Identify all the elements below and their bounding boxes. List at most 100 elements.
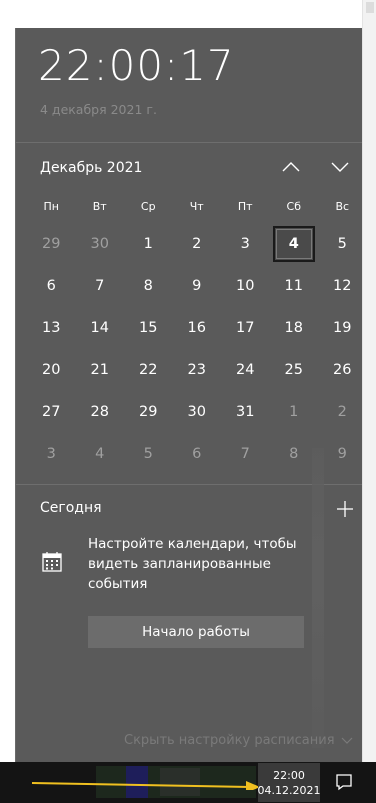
day-label: 15 xyxy=(139,320,158,336)
calendar-day[interactable]: 24 xyxy=(221,349,270,391)
day-label: 11 xyxy=(284,278,303,294)
calendar-day[interactable]: 1 xyxy=(270,391,319,433)
weekday-label: Сб xyxy=(286,200,301,213)
day-label: 19 xyxy=(333,320,352,336)
day-label: 7 xyxy=(240,446,250,462)
tray-date: 04.12.2021 xyxy=(257,783,321,797)
day-label: 14 xyxy=(90,320,109,336)
day-label: 3 xyxy=(240,236,250,252)
next-month-button[interactable] xyxy=(325,154,355,180)
calendar-day[interactable]: 29 xyxy=(27,223,76,265)
tray-clock-button[interactable]: 22:00 04.12.2021 xyxy=(257,763,321,802)
agenda-title: Сегодня xyxy=(40,500,102,516)
add-event-button[interactable] xyxy=(334,498,356,520)
clock-date-link[interactable]: 4 декабря 2021 г. xyxy=(40,102,157,117)
background-blur xyxy=(312,448,324,748)
clock-time: 22:00:17 xyxy=(38,41,235,90)
day-label: 31 xyxy=(236,404,255,420)
day-label: 7 xyxy=(95,278,105,294)
day-label: 26 xyxy=(333,362,352,378)
calendar-setup-message: Настройте календари, чтобы видеть заплан… xyxy=(88,536,297,592)
divider xyxy=(16,142,362,143)
calendar-day[interactable]: 7 xyxy=(76,265,125,307)
calendar-day[interactable]: 30 xyxy=(76,223,125,265)
calendar-day[interactable]: 9 xyxy=(318,433,367,475)
hide-agenda-link[interactable]: Скрыть настройку расписания xyxy=(124,733,353,748)
calendar-day[interactable]: 14 xyxy=(76,307,125,349)
day-label: 9 xyxy=(337,446,347,462)
month-title[interactable]: Декабрь 2021 xyxy=(40,160,142,176)
calendar-day[interactable]: 9 xyxy=(173,265,222,307)
calendar-day-today[interactable]: 4 xyxy=(270,223,319,265)
calendar-day[interactable]: 28 xyxy=(76,391,125,433)
calendar-day[interactable]: 8 xyxy=(124,265,173,307)
arrow-icon xyxy=(31,781,260,790)
weekday-label: Ср xyxy=(140,200,156,213)
day-label: 1 xyxy=(289,404,299,420)
calendar-day[interactable]: 21 xyxy=(76,349,125,391)
calendar-day[interactable]: 7 xyxy=(221,433,270,475)
calendar-day[interactable]: 6 xyxy=(173,433,222,475)
calendar-day[interactable]: 19 xyxy=(318,307,367,349)
weekday-label: Чт xyxy=(189,200,204,213)
tray-time: 22:00 xyxy=(273,768,305,782)
day-label: 27 xyxy=(42,404,61,420)
day-label: 6 xyxy=(46,278,56,294)
weekday-label: Вс xyxy=(335,200,350,213)
calendar-day[interactable]: 17 xyxy=(221,307,270,349)
calendar-day[interactable]: 5 xyxy=(124,433,173,475)
calendar-day[interactable]: 16 xyxy=(173,307,222,349)
calendar-day[interactable]: 12 xyxy=(318,265,367,307)
calendar-day[interactable]: 29 xyxy=(124,391,173,433)
calendar-day[interactable]: 5 xyxy=(318,223,367,265)
calendar-day[interactable]: 18 xyxy=(270,307,319,349)
day-label: 6 xyxy=(192,446,202,462)
taskbar: 22:00 04.12.2021 xyxy=(0,762,376,803)
calendar-day[interactable]: 23 xyxy=(173,349,222,391)
calendar-day[interactable]: 20 xyxy=(27,349,76,391)
calendar-day[interactable]: 6 xyxy=(27,265,76,307)
calendar-day[interactable]: 8 xyxy=(270,433,319,475)
action-center-button[interactable] xyxy=(330,767,358,797)
scrollbar-thumb[interactable] xyxy=(366,2,374,13)
calendar-day[interactable]: 3 xyxy=(27,433,76,475)
calendar-day[interactable]: 13 xyxy=(27,307,76,349)
calendar-day[interactable]: 30 xyxy=(173,391,222,433)
day-label: 16 xyxy=(187,320,206,336)
calendar-day[interactable]: 2 xyxy=(173,223,222,265)
calendar-day[interactable]: 10 xyxy=(221,265,270,307)
day-label: 12 xyxy=(333,278,352,294)
day-label: 10 xyxy=(236,278,255,294)
calendar-day[interactable]: 25 xyxy=(270,349,319,391)
calendar-day[interactable]: 2 xyxy=(318,391,367,433)
hide-agenda-label: Скрыть настройку расписания xyxy=(124,733,335,748)
day-label: 23 xyxy=(187,362,206,378)
calendar-day[interactable]: 3 xyxy=(221,223,270,265)
calendar-day[interactable]: 22 xyxy=(124,349,173,391)
calendar-grid: 29 30 1 2 3 4 5 6 7 8 9 10 11 12 13 14 15 16 17 18 19 20 21 22 2… xyxy=(27,223,367,475)
weekday-label: Пн xyxy=(43,200,59,213)
day-label: 3 xyxy=(46,446,56,462)
day-label: 5 xyxy=(337,236,347,252)
calendar-day[interactable]: 4 xyxy=(76,433,125,475)
chevron-down-icon xyxy=(331,162,349,172)
action-center-icon xyxy=(336,774,352,791)
calendar-day[interactable]: 27 xyxy=(27,391,76,433)
day-label: 29 xyxy=(42,236,61,252)
calendar-day[interactable]: 1 xyxy=(124,223,173,265)
day-label: 9 xyxy=(192,278,202,294)
today-day-label: 4 xyxy=(272,226,315,262)
day-label: 21 xyxy=(90,362,109,378)
weekday-header: Пн Вт Ср Чт Пт Сб Вс xyxy=(27,200,367,213)
get-started-button[interactable]: Начало работы xyxy=(88,616,304,648)
calendar-day[interactable]: 31 xyxy=(221,391,270,433)
previous-month-button[interactable] xyxy=(276,154,306,180)
day-label: 13 xyxy=(42,320,61,336)
divider xyxy=(16,484,362,485)
calendar-day[interactable]: 11 xyxy=(270,265,319,307)
day-label: 5 xyxy=(143,446,153,462)
calendar-day[interactable]: 15 xyxy=(124,307,173,349)
chevron-down-icon xyxy=(341,737,352,744)
calendar-day[interactable]: 26 xyxy=(318,349,367,391)
day-label: 30 xyxy=(187,404,206,420)
